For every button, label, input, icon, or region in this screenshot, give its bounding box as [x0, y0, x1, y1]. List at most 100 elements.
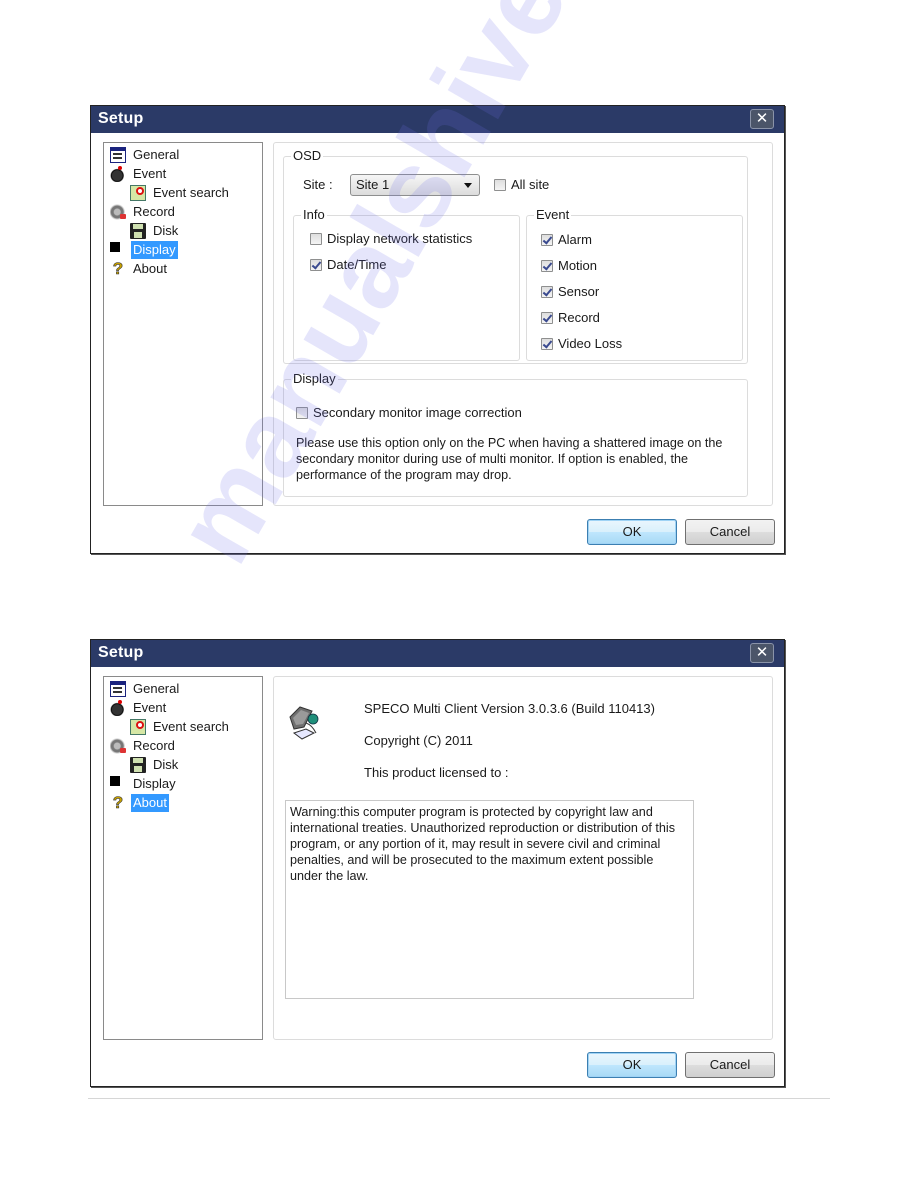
event-search-icon [130, 719, 146, 735]
checkbox-label: Sensor [558, 284, 600, 299]
checkbox-box [296, 407, 308, 419]
info-legend: Info [301, 207, 327, 223]
checkbox-box [541, 260, 553, 272]
tree-item-event-search[interactable]: Event search [130, 184, 231, 202]
licensed-to-text: This product licensed to : [364, 765, 509, 780]
checkbox-box [541, 234, 553, 246]
ok-button[interactable]: OK [587, 1052, 677, 1078]
checkbox-label: Motion [558, 258, 598, 273]
event-bomb-icon [110, 166, 126, 182]
tree-item-general[interactable]: General [110, 146, 181, 164]
display-icon [110, 776, 126, 792]
settings-tree: General Event Event search Record Disk D… [103, 142, 263, 506]
site-label: Site : [303, 177, 333, 192]
dialog-title: Setup [98, 644, 144, 661]
close-icon: ✕ [755, 110, 769, 127]
tree-item-label: About [133, 261, 167, 276]
checkbox-label: Video Loss [558, 336, 623, 351]
copyright-text: Copyright (C) 2011 [364, 733, 473, 748]
display-note: Please use this option only on the PC wh… [296, 436, 723, 482]
alarm-checkbox[interactable]: Alarm [541, 232, 592, 248]
secondary-monitor-correction-checkbox[interactable]: Secondary monitor image correction [296, 405, 522, 421]
tree-item-label: Disk [153, 223, 179, 238]
checkbox-label: Display network statistics [327, 231, 473, 246]
setup-dialog-display: Setup ✕ General Event Event search Recor… [90, 105, 785, 554]
cancel-button[interactable]: Cancel [685, 519, 775, 545]
tree-item-record[interactable]: Record [110, 737, 177, 755]
dialog-title: Setup [98, 110, 144, 127]
record-checkbox[interactable]: Record [541, 310, 600, 326]
event-group: Event Alarm Motion Sensor Record Video L… [526, 207, 743, 361]
tree-item-about[interactable]: ? About [110, 794, 169, 812]
osd-group: OSD Site : Site 1 All site Info Display … [283, 148, 748, 364]
tree-item-label: Event [133, 700, 167, 715]
checkbox-label: Date/Time [327, 257, 387, 272]
sensor-checkbox[interactable]: Sensor [541, 284, 599, 300]
chevron-down-icon [464, 183, 472, 188]
tree-item-disk[interactable]: Disk [130, 756, 180, 774]
tree-item-display[interactable]: Display [110, 241, 178, 259]
disk-icon [130, 223, 146, 239]
display-legend: Display [291, 371, 338, 387]
tree-item-display[interactable]: Display [110, 775, 178, 793]
tree-item-event-search[interactable]: Event search [130, 718, 231, 736]
record-film-icon [110, 204, 126, 220]
record-film-icon [110, 738, 126, 754]
video-loss-checkbox[interactable]: Video Loss [541, 336, 622, 352]
question-icon: ? [112, 793, 124, 812]
tree-item-label: Display [131, 241, 178, 259]
tree-item-label: Event search [153, 719, 229, 734]
display-network-statistics-checkbox[interactable]: Display network statistics [310, 231, 472, 247]
warning-textarea[interactable]: Warning:this computer program is protect… [285, 800, 694, 999]
checkbox-box [310, 259, 322, 271]
all-site-checkbox[interactable]: All site [494, 177, 549, 193]
checkbox-box [541, 338, 553, 350]
setup-dialog-about: Setup ✕ General Event Event search Recor… [90, 639, 785, 1087]
tree-item-disk[interactable]: Disk [130, 222, 180, 240]
date-time-checkbox[interactable]: Date/Time [310, 257, 386, 273]
question-icon: ? [112, 259, 124, 278]
close-icon: ✕ [755, 644, 769, 661]
close-button[interactable]: ✕ [750, 109, 774, 129]
display-icon [110, 242, 126, 258]
tree-item-label: Event [133, 166, 167, 181]
event-bomb-icon [110, 700, 126, 716]
tree-item-about[interactable]: ? About [110, 260, 169, 278]
checkbox-box [494, 179, 506, 191]
osd-legend: OSD [291, 148, 324, 164]
cancel-button[interactable]: Cancel [685, 1052, 775, 1078]
site-select-value: Site 1 [356, 177, 390, 192]
tree-item-event[interactable]: Event [110, 699, 168, 717]
display-group: Display Secondary monitor image correcti… [283, 371, 748, 497]
page-footer-divider [88, 1098, 830, 1099]
checkbox-box [310, 233, 322, 245]
about-panel: SPECO Multi Client Version 3.0.3.6 (Buil… [273, 676, 773, 1040]
computer-icon [289, 706, 319, 740]
info-group: Info Display network statistics Date/Tim… [293, 207, 520, 361]
general-icon [110, 681, 126, 697]
title-bar: Setup ✕ [91, 640, 784, 667]
checkbox-label: Secondary monitor image correction [313, 405, 522, 420]
checkbox-label: Record [558, 310, 600, 325]
tree-item-label: General [133, 681, 180, 696]
site-select[interactable]: Site 1 [350, 174, 480, 196]
checkbox-box [541, 312, 553, 324]
tree-item-label: Display [133, 776, 176, 791]
tree-item-label: About [131, 794, 169, 812]
ok-button[interactable]: OK [587, 519, 677, 545]
tree-item-record[interactable]: Record [110, 203, 177, 221]
tree-item-label: Record [133, 738, 175, 753]
disk-icon [130, 757, 146, 773]
checkbox-label: All site [511, 177, 550, 192]
event-search-icon [130, 185, 146, 201]
tree-item-event[interactable]: Event [110, 165, 168, 183]
title-bar: Setup ✕ [91, 106, 784, 133]
checkbox-box [541, 286, 553, 298]
tree-item-general[interactable]: General [110, 680, 181, 698]
version-text: SPECO Multi Client Version 3.0.3.6 (Buil… [364, 701, 655, 716]
motion-checkbox[interactable]: Motion [541, 258, 597, 274]
close-button[interactable]: ✕ [750, 643, 774, 663]
checkbox-label: Alarm [558, 232, 592, 247]
tree-item-label: Disk [153, 757, 179, 772]
general-icon [110, 147, 126, 163]
